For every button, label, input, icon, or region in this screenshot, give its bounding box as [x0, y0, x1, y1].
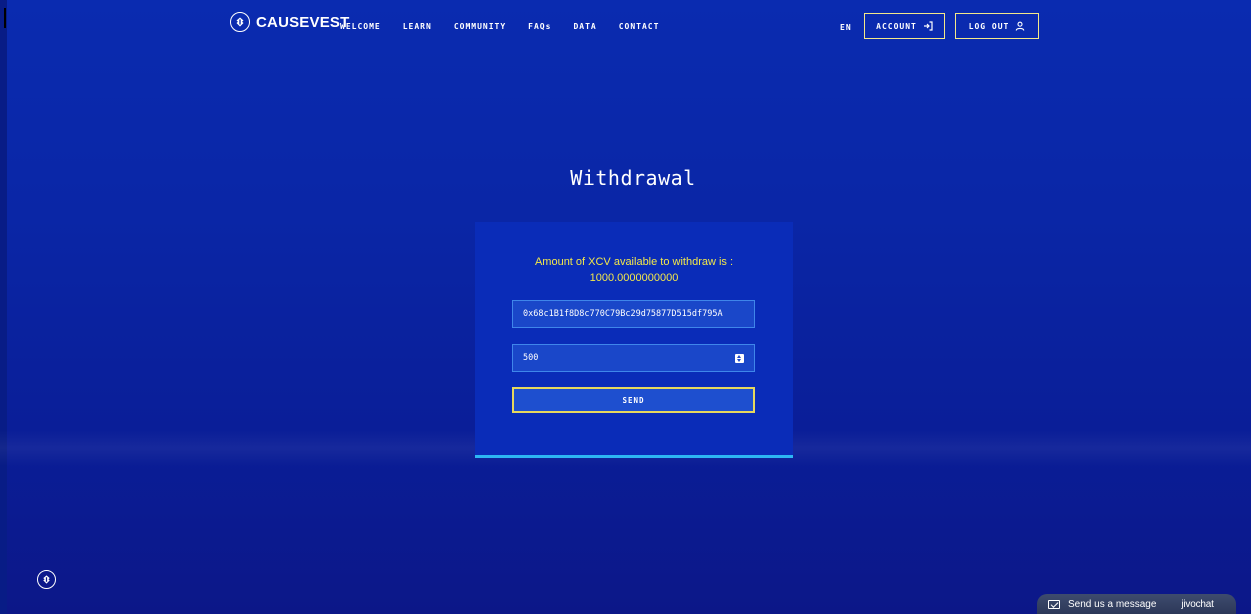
account-button-label: ACCOUNT [876, 21, 917, 31]
available-balance-value: 1000.0000000000 [589, 272, 679, 284]
logout-button-label: LOG OUT [968, 21, 1010, 31]
nav-link-data[interactable]: DATA [573, 22, 596, 31]
causevest-logo-icon [230, 12, 250, 32]
amount-value: 500 [523, 353, 539, 363]
language-selector[interactable]: EN [840, 23, 852, 32]
brand-logo[interactable]: CAUSEVEST [230, 12, 350, 32]
left-edge-bar [0, 0, 7, 614]
withdrawal-card: Amount of XCV available to withdraw is :… [475, 222, 793, 458]
nav-link-contact[interactable]: CONTACT [619, 22, 660, 31]
user-icon [1016, 21, 1025, 31]
amount-input[interactable]: 500 [512, 344, 755, 372]
chat-brand: jivochat [1181, 598, 1214, 610]
account-button[interactable]: ACCOUNT [864, 13, 945, 39]
page-title: Withdrawal [570, 166, 696, 190]
wallet-address-value: 0x68c1B1f8D8c770C79Bc29d75877D515df795A [523, 309, 723, 319]
top-navigation: CAUSEVEST WELCOME LEARN COMMUNITY FAQs D… [0, 0, 1251, 52]
wallet-address-input[interactable]: 0x68c1B1f8D8c770C79Bc29d75877D515df795A [512, 300, 755, 328]
chat-widget-label: Send us a message [1068, 598, 1157, 610]
logout-button[interactable]: LOG OUT [955, 13, 1039, 39]
login-arrow-icon [923, 21, 933, 31]
nav-link-community[interactable]: COMMUNITY [454, 22, 506, 31]
chat-widget[interactable]: Send us a message jivochat [1037, 594, 1236, 614]
message-icon [1048, 599, 1060, 609]
causevest-logo-icon[interactable] [37, 570, 56, 589]
number-stepper-icon[interactable] [735, 353, 744, 363]
nav-link-learn[interactable]: LEARN [403, 22, 432, 31]
available-balance-label: Amount of XCV available to withdraw is : [534, 256, 734, 268]
brand-name: CAUSEVEST [256, 13, 350, 31]
main-menu: WELCOME LEARN COMMUNITY FAQs DATA CONTAC… [340, 22, 659, 31]
nav-link-faqs[interactable]: FAQs [528, 22, 551, 31]
nav-link-welcome[interactable]: WELCOME [340, 22, 381, 31]
send-button[interactable]: SEND [512, 387, 755, 413]
